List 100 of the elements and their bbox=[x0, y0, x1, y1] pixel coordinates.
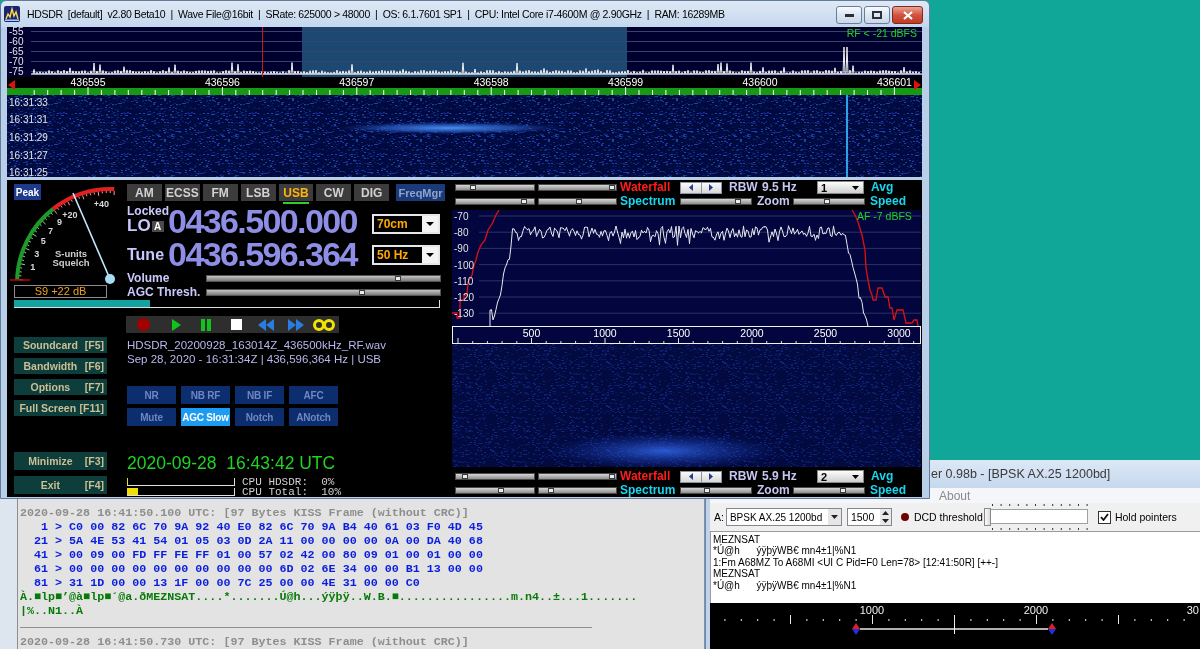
lo-frequency: 0436.500.000 bbox=[168, 205, 357, 238]
mode-button[interactable]: LSB bbox=[240, 184, 276, 201]
zoom-slider[interactable] bbox=[680, 486, 752, 494]
scale-label: 2500 bbox=[813, 327, 838, 339]
freq-manager-button[interactable]: FreqMgr bbox=[396, 184, 445, 201]
checkbox-label: Hold pointers bbox=[1114, 511, 1177, 523]
toggle-button[interactable]: ANotch bbox=[289, 408, 338, 426]
slider[interactable] bbox=[538, 473, 617, 480]
mode-dropdown[interactable]: BPSK AX.25 1200bd bbox=[725, 508, 842, 526]
app-icon bbox=[4, 6, 20, 22]
peak-button[interactable]: Peak bbox=[14, 184, 41, 200]
slider[interactable] bbox=[455, 473, 535, 480]
threshold-slider[interactable] bbox=[983, 504, 1088, 530]
zoom-slider[interactable] bbox=[680, 197, 752, 205]
function-key-button[interactable]: Exit [F4] bbox=[14, 476, 107, 494]
log-line: MEZNSAT bbox=[713, 534, 761, 545]
mode-button[interactable]: USB bbox=[278, 184, 314, 204]
right-arrow-icon[interactable] bbox=[914, 80, 921, 90]
slider-thumb[interactable] bbox=[461, 474, 468, 479]
average-dropdown[interactable]: 2 bbox=[817, 470, 864, 483]
mode-button[interactable]: DIG bbox=[354, 184, 390, 201]
speed-slider[interactable] bbox=[793, 486, 865, 494]
toggle-button[interactable]: Notch bbox=[235, 408, 284, 426]
frequency-spinbox[interactable]: 1500 bbox=[846, 508, 892, 526]
close-icon bbox=[902, 10, 913, 20]
slider-thumb[interactable] bbox=[824, 198, 831, 204]
marker-icon[interactable] bbox=[852, 623, 860, 635]
play-icon[interactable] bbox=[172, 318, 181, 331]
arrow-button[interactable] bbox=[681, 182, 701, 193]
recording-info: Sep 28, 2020 - 16:31:34Z | 436,596,364 Hz | USB bbox=[127, 353, 382, 365]
slider-thumb[interactable] bbox=[520, 198, 527, 204]
caret-icon bbox=[852, 474, 859, 479]
tune-frequency: 0436.596.364 bbox=[168, 238, 357, 271]
slider[interactable] bbox=[206, 288, 441, 296]
slider-thumb[interactable] bbox=[704, 487, 711, 493]
minimize-button[interactable] bbox=[836, 6, 862, 24]
arrow-button[interactable] bbox=[701, 471, 721, 482]
scale-label: +20 bbox=[62, 209, 78, 220]
marker-icon[interactable] bbox=[1048, 623, 1056, 635]
time-label: 16:31:31 bbox=[9, 114, 48, 126]
slider[interactable] bbox=[455, 486, 535, 494]
zoom-label: Zoom bbox=[757, 194, 790, 208]
toggle-button[interactable]: AFC bbox=[289, 386, 338, 404]
slider-thumb[interactable] bbox=[983, 508, 991, 526]
function-key-button[interactable]: Bandwidth [F6] bbox=[14, 358, 107, 374]
close-button[interactable] bbox=[892, 6, 923, 24]
slider-thumb[interactable] bbox=[735, 198, 742, 204]
scale-label: 3 bbox=[34, 248, 40, 259]
toggle-button[interactable]: NR bbox=[127, 386, 176, 404]
slider[interactable] bbox=[455, 197, 535, 205]
scale-label: 436601 bbox=[876, 77, 912, 88]
pause-icon[interactable] bbox=[201, 318, 211, 331]
scale-label: 3000 bbox=[887, 327, 911, 339]
slider-thumb[interactable] bbox=[840, 487, 847, 493]
fast-forward-icon[interactable] bbox=[288, 318, 304, 331]
function-key-button[interactable]: Options [F7] bbox=[14, 379, 107, 395]
waterfall-label: Waterfall bbox=[620, 181, 671, 194]
slider-thumb[interactable] bbox=[395, 275, 402, 281]
scale-label: 1 bbox=[30, 261, 36, 272]
toggle-button[interactable]: NB IF bbox=[235, 386, 284, 404]
slider[interactable] bbox=[538, 486, 617, 494]
left-arrow-icon[interactable] bbox=[8, 80, 15, 90]
window-title: HDSDR [default] v2.80 Beta10 | Wave File@16bit | SRate: 625000 > 48000 | OS: 6.1.7601 SP1 | CPU: Intel Core i7-4600M @ 2.90GHz | RAM: 16289MB bbox=[27, 7, 725, 21]
checkmark-icon bbox=[1099, 513, 1109, 521]
axis-label: -90 bbox=[454, 243, 469, 255]
speed-slider[interactable] bbox=[793, 197, 865, 205]
slider-thumb[interactable] bbox=[498, 487, 505, 493]
function-key-button[interactable]: Minimize [F3] bbox=[14, 452, 107, 470]
slider[interactable] bbox=[538, 197, 617, 205]
checkbox[interactable] bbox=[1097, 510, 1111, 524]
mode-button[interactable]: ECSS bbox=[164, 184, 200, 201]
arrow-button[interactable] bbox=[701, 182, 721, 193]
band-dropdown[interactable]: 70cm bbox=[372, 214, 440, 234]
scale-label: 1000 bbox=[859, 604, 885, 616]
caret-icon bbox=[827, 509, 841, 525]
slider-thumb[interactable] bbox=[548, 487, 555, 493]
slider-thumb[interactable] bbox=[359, 289, 366, 295]
slider-thumb[interactable] bbox=[608, 185, 615, 190]
slider-thumb[interactable] bbox=[470, 185, 477, 190]
mode-button[interactable]: FM bbox=[202, 184, 238, 201]
slider[interactable] bbox=[538, 184, 617, 191]
slider-thumb[interactable] bbox=[609, 474, 616, 479]
toggle-button[interactable]: NB RF bbox=[181, 386, 230, 404]
function-key-button[interactable]: Full Screen [F11] bbox=[14, 400, 107, 416]
toggle-button[interactable]: Mute bbox=[127, 408, 176, 426]
scale-label: 5 bbox=[40, 236, 46, 247]
time-label: 16:31:25 bbox=[9, 167, 48, 177]
step-dropdown[interactable]: 50 Hz bbox=[372, 245, 440, 265]
loop-icon[interactable] bbox=[313, 318, 335, 331]
slider-thumb[interactable] bbox=[575, 198, 582, 204]
hex-row-text: 21 > 5A 4E 53 41 54 01 05 03 0D 2A 11 00 00 00 00 0A 00 DA 40 68 bbox=[33, 534, 483, 548]
maximize-button[interactable] bbox=[864, 6, 890, 24]
average-dropdown[interactable]: 1 bbox=[817, 181, 864, 194]
slider[interactable] bbox=[455, 184, 535, 191]
mode-button[interactable]: AM bbox=[127, 184, 162, 201]
function-key-button[interactable]: Soundcard [F5] bbox=[14, 337, 107, 353]
arrow-button[interactable] bbox=[681, 471, 701, 482]
mode-button[interactable]: CW bbox=[316, 184, 352, 201]
slider[interactable] bbox=[206, 274, 441, 282]
rewind-icon[interactable] bbox=[258, 318, 274, 331]
